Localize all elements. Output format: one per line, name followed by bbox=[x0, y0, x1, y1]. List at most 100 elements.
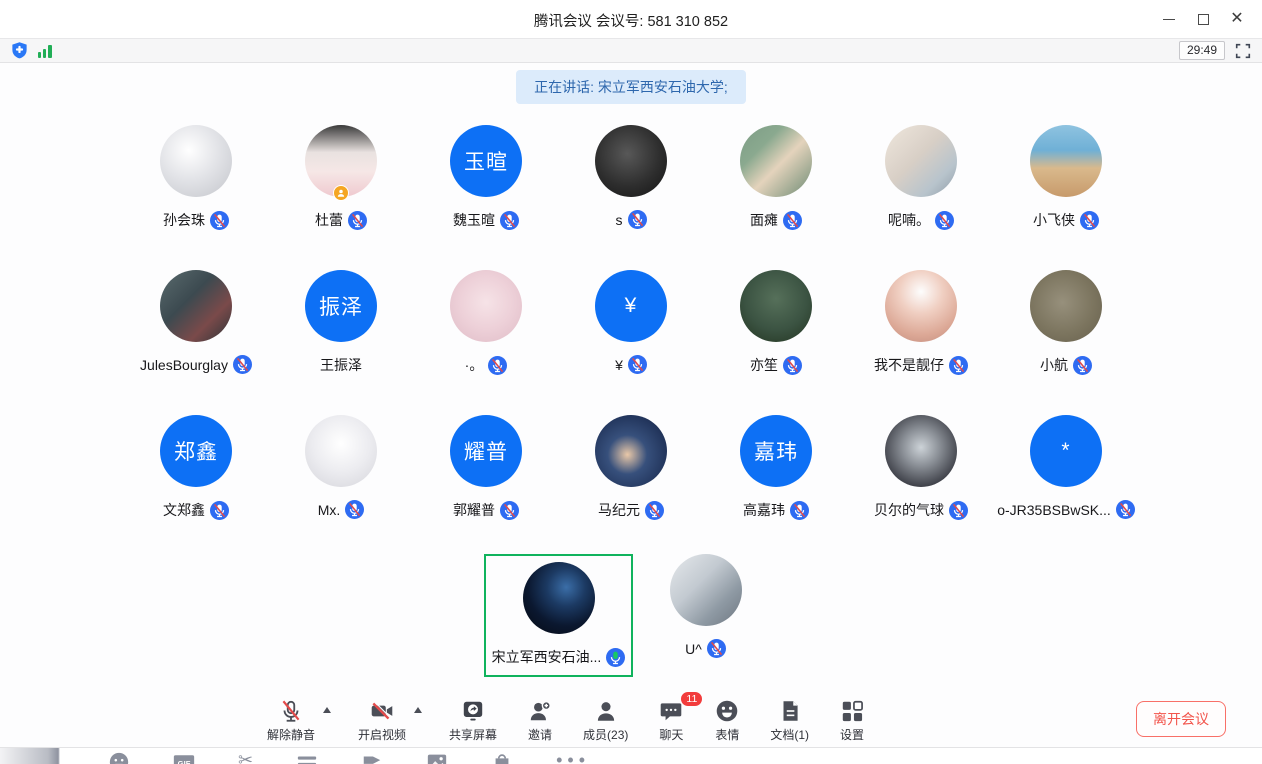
fullscreen-icon[interactable] bbox=[1234, 42, 1252, 60]
mic-options-caret-icon[interactable] bbox=[323, 707, 331, 713]
smiley-icon bbox=[714, 698, 740, 724]
emoji-strip-icon[interactable] bbox=[108, 751, 130, 764]
toolbar-label: 设置 bbox=[840, 726, 864, 743]
participant-name: JulesBourglay bbox=[140, 357, 228, 373]
settings-button[interactable]: 设置 bbox=[839, 690, 865, 743]
document-icon bbox=[777, 698, 803, 724]
mic-active-icon bbox=[606, 648, 625, 667]
participant-tile[interactable]: ¥ ¥ bbox=[559, 270, 704, 375]
image-strip-icon[interactable] bbox=[426, 751, 448, 764]
maximize-button[interactable] bbox=[1186, 4, 1220, 34]
participant-row: JulesBourglay 振泽 王振泽 bbox=[0, 270, 1262, 375]
toolbar-label: 文档(1) bbox=[770, 726, 809, 743]
participant-avatar: 耀普 bbox=[450, 415, 522, 487]
bag-strip-icon[interactable] bbox=[491, 751, 513, 764]
participant-avatar bbox=[595, 415, 667, 487]
leave-meeting-button[interactable]: 离开会议 bbox=[1136, 701, 1226, 737]
mic-muted-icon bbox=[1073, 356, 1092, 375]
participant-avatar bbox=[885, 125, 957, 197]
avatar-initials: 郑鑫 bbox=[174, 436, 218, 466]
mic-muted-icon bbox=[949, 356, 968, 375]
participant-avatar bbox=[740, 125, 812, 197]
participant-tile[interactable]: 面瘫 bbox=[704, 125, 849, 230]
participant-tile[interactable]: 我不是靓仔 bbox=[849, 270, 994, 375]
shape-strip-icon[interactable] bbox=[361, 751, 383, 764]
docs-button[interactable]: 文档(1) bbox=[770, 690, 809, 743]
mic-muted-icon bbox=[1116, 500, 1135, 519]
participant-tile[interactable]: * o-JR35BSBwSK... bbox=[994, 415, 1139, 520]
meeting-security-shield-icon[interactable] bbox=[10, 41, 29, 60]
meeting-timer: 29:49 bbox=[1179, 41, 1225, 60]
toolbar-label: 解除静音 bbox=[267, 726, 315, 743]
participant-tile[interactable]: 郑鑫 文郑鑫 bbox=[124, 415, 269, 520]
participant-tile[interactable]: 耀普 郭耀普 bbox=[414, 415, 559, 520]
participant-name: ¥ bbox=[615, 357, 623, 373]
toolbar-label: 邀请 bbox=[528, 726, 552, 743]
share-screen-button[interactable]: 共享屏幕 bbox=[449, 690, 497, 743]
scissors-strip-icon[interactable]: ✂ bbox=[238, 751, 253, 764]
participant-tile[interactable]: 亦笙 bbox=[704, 270, 849, 375]
chat-unread-badge: 11 bbox=[680, 691, 703, 707]
participant-tile[interactable]: JulesBourglay bbox=[124, 270, 269, 375]
minimize-button[interactable] bbox=[1152, 4, 1186, 34]
invite-button[interactable]: 邀请 bbox=[527, 690, 553, 743]
participant-tile[interactable]: 马纪元 bbox=[559, 415, 704, 520]
participant-avatar bbox=[670, 554, 742, 626]
start-video-button[interactable]: 开启视频 bbox=[358, 690, 406, 743]
participant-tile[interactable]: 小飞侠 bbox=[994, 125, 1139, 230]
background-app-strip: GIF ✂ • • • bbox=[0, 747, 1262, 764]
participant-tile[interactable]: s bbox=[559, 125, 704, 230]
gif-strip-icon[interactable]: GIF bbox=[173, 751, 195, 764]
mic-muted-icon bbox=[790, 501, 809, 520]
mic-muted-icon bbox=[949, 501, 968, 520]
participant-row: 宋立军西安石油... U^ bbox=[0, 554, 1262, 677]
participant-avatar bbox=[450, 270, 522, 342]
meeting-toolbar-bottom: 解除静音 开启视频 bbox=[0, 690, 1262, 747]
chat-button[interactable]: 聊天 11 bbox=[658, 690, 684, 743]
share-screen-icon bbox=[460, 698, 486, 724]
participant-tile-active-speaker[interactable]: 宋立军西安石油... bbox=[484, 554, 633, 677]
participant-tile[interactable]: 嘉玮 高嘉玮 bbox=[704, 415, 849, 520]
participant-avatar bbox=[523, 562, 595, 634]
active-speaker-banner: 正在讲话: 宋立军西安石油大学; bbox=[516, 70, 746, 104]
participant-tile[interactable]: 呢喃。 bbox=[849, 125, 994, 230]
participant-tile[interactable]: 孙会珠 bbox=[124, 125, 269, 230]
participant-tile[interactable]: 贝尔的气球 bbox=[849, 415, 994, 520]
participant-tile[interactable]: ·。 bbox=[414, 270, 559, 375]
participant-avatar: 玉暄 bbox=[450, 125, 522, 197]
menu-lines-strip-icon[interactable] bbox=[296, 751, 318, 764]
participant-tile[interactable]: 振泽 王振泽 bbox=[269, 270, 414, 375]
titlebar: 腾讯会议 会议号: 581 310 852 ✕ bbox=[0, 0, 1262, 38]
toolbar-label: 共享屏幕 bbox=[449, 726, 497, 743]
close-button[interactable]: ✕ bbox=[1220, 4, 1254, 34]
window-controls: ✕ bbox=[1152, 0, 1254, 38]
toolbar-label: 开启视频 bbox=[358, 726, 406, 743]
participant-avatar bbox=[885, 270, 957, 342]
mic-muted-icon bbox=[628, 355, 647, 374]
mic-muted-icon bbox=[783, 356, 802, 375]
more-dots-strip-icon[interactable]: • • • bbox=[556, 751, 585, 764]
network-signal-icon[interactable] bbox=[38, 43, 55, 58]
unmute-button[interactable]: 解除静音 bbox=[267, 690, 315, 743]
participant-tile[interactable]: 杜蕾 bbox=[269, 125, 414, 230]
avatar-initials: 振泽 bbox=[319, 291, 363, 321]
settings-grid-icon bbox=[839, 698, 865, 724]
emoji-button[interactable]: 表情 bbox=[714, 690, 740, 743]
participant-avatar bbox=[305, 125, 377, 197]
participant-tile[interactable]: 小航 bbox=[994, 270, 1139, 375]
mic-muted-icon bbox=[210, 211, 229, 230]
mic-muted-icon bbox=[707, 639, 726, 658]
participant-name: 王振泽 bbox=[320, 355, 362, 375]
avatar-initials: ¥ bbox=[625, 294, 638, 318]
participant-tile[interactable]: Mx. bbox=[269, 415, 414, 520]
members-button[interactable]: 成员(23) bbox=[583, 690, 628, 743]
mic-muted-icon bbox=[488, 356, 507, 375]
video-options-caret-icon[interactable] bbox=[414, 707, 422, 713]
participant-avatar bbox=[160, 270, 232, 342]
mic-muted-icon bbox=[348, 211, 367, 230]
participant-tile[interactable]: 玉暄 魏玉暄 bbox=[414, 125, 559, 230]
participant-name: 小航 bbox=[1040, 355, 1068, 375]
avatar-initials: 嘉玮 bbox=[754, 436, 798, 466]
participant-tile[interactable]: U^ bbox=[633, 554, 778, 677]
svg-text:GIF: GIF bbox=[178, 759, 191, 764]
